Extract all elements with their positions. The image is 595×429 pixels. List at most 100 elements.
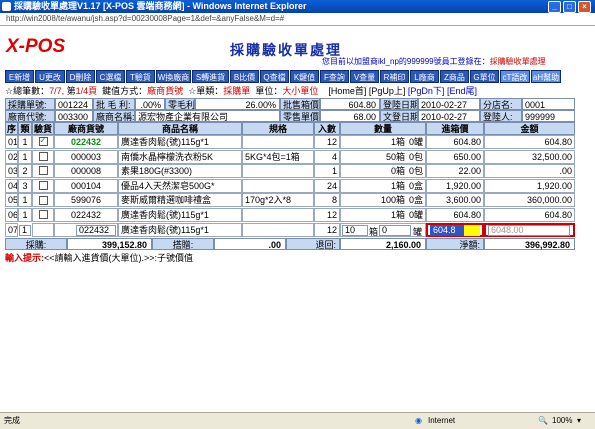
toolbar-button-13[interactable]: R補印 [380,70,409,83]
verify-checkbox[interactable] [38,210,48,220]
close-button[interactable]: × [578,1,591,13]
edit-check-cell [32,223,54,237]
row-pack: 4 [314,149,340,164]
po-value[interactable]: 001224 [55,98,93,110]
row-pack: 24 [314,178,340,193]
discount-label: 搭贈: [152,238,214,250]
toolbar-button-12[interactable]: V查量 [350,70,379,83]
unit-label: 單位： [255,86,283,96]
toolbar-button-1[interactable]: E新增 [5,70,34,83]
nav-home[interactable]: [Home首] [328,86,366,96]
type-value: 採購單 [223,86,251,96]
toolbar-button-11[interactable]: F查詢 [320,70,349,83]
key-label: 鍵值方式： [102,86,148,96]
toolbar-button-9[interactable]: Q查檔 [260,70,289,83]
row-pack: 1 [314,164,340,179]
row-code: 000104 [54,178,118,193]
toolbar-button-7[interactable]: S轉進貨 [192,70,229,83]
row-check-cell [32,164,54,179]
row-class: 1 [18,208,32,222]
edit-class-input[interactable]: 1 [19,225,31,236]
nav-pgdn[interactable]: [PgDn下] [408,86,445,96]
edit-unit2: 罐 [413,227,423,237]
return-value: 2,160.00 [340,238,426,250]
verify-checkbox[interactable] [38,166,48,176]
unit-value: 大小單位 [282,86,319,96]
toolbar-button-3[interactable]: D刪除 [66,70,95,83]
retail-price-label: 零售單價 [280,110,320,122]
verify-checkbox[interactable] [38,180,48,190]
zoom-level[interactable]: 100% [552,413,572,428]
doc-date-label: 文登日期: [380,110,418,122]
vendor-name-value[interactable]: 源宏物產企業有限公司 [135,110,280,122]
edit-qty-input[interactable]: 10 [342,225,368,236]
toolbar-button-17[interactable]: cT語改 [500,70,530,83]
toolbar-button-14[interactable]: L廠商 [410,70,439,83]
zoom-icon[interactable]: 🔍 [538,413,548,428]
row-code: 000003 [54,149,118,164]
return-label: 退回: [286,238,340,250]
store-value[interactable]: 0001 [522,98,575,110]
login-date-label: 登陸日期: [380,98,418,110]
edit-price-highlight [464,225,480,236]
minimize-button[interactable]: _ [548,1,561,13]
row-class: 2 [18,164,32,179]
row-code: 022432 [54,208,118,222]
status-bar: 完成 ◉ Internet 🔍 100% ▾ [0,412,595,429]
row-check-cell [32,208,54,222]
toolbar-button-18[interactable]: aH幫助 [531,70,561,83]
maximize-button[interactable]: □ [563,1,576,13]
ie-icon [2,2,11,11]
edit-amount-input[interactable]: 6048.00 [488,225,570,236]
zoom-chevron-icon[interactable]: ▾ [577,413,581,428]
net-value: 396,992.80 [484,238,575,250]
total-label: ☆總筆數： [5,86,50,96]
row-seq: 02 [5,149,18,164]
doc-date-value[interactable]: 2010-02-27 [418,110,480,122]
login-date-value[interactable]: 2010-02-27 [418,98,480,110]
retail-price-value[interactable]: 68.00 [320,110,380,122]
edit-price-input[interactable]: 604.8 [430,225,464,236]
title-bar: 採購驗收單處理V1.17 [X-POS 雲端商務網] - Windows Int… [0,0,595,13]
row-qty: 1箱 [390,180,405,191]
hint-text: <<請輸入進貨價(大單位).>>:子號價值 [44,253,194,263]
verify-checkbox[interactable] [38,195,48,205]
row-qty2: 0罐 [408,137,423,147]
address-bar[interactable]: http://win2008/te/awanu/jsh.asp?d=002300… [0,13,595,26]
retail-margin-value[interactable]: 26.00% [195,98,280,110]
toolbar-button-4[interactable]: C選檔 [96,70,125,83]
toolbar-button-6[interactable]: W換廠商 [156,70,191,83]
edit-unit1: 箱 [369,227,379,237]
row-pack: 12 [314,208,340,222]
toolbar-button-10[interactable]: K鍵值 [290,70,319,83]
edit-qty2-input[interactable]: 0 [379,225,411,236]
toolbar-button-2[interactable]: U更改 [35,70,65,83]
nav-pgup[interactable]: [PgUp上] [369,86,406,96]
row-check-cell [32,193,54,208]
net-label: 淨額: [426,238,484,250]
user-value[interactable]: 999999 [522,110,575,122]
vendor-value[interactable]: 003300 [55,110,93,122]
row-qty: 1箱 [390,210,405,220]
row-spec [242,135,314,149]
login-prefix: 您目前以加盟商ikl_np的999999號員工登錄在： [322,57,490,66]
toolbar-button-15[interactable]: Z商品 [440,70,469,83]
row-name: 南僑水晶檸檬洗衣粉5K [118,149,242,164]
app-logo: X-POS [6,36,66,57]
row-code: 599076 [54,193,118,208]
discount-value: .00 [214,238,286,250]
batch-price-value[interactable]: 604.80 [320,98,380,110]
toolbar-button-5[interactable]: T驗貨 [126,70,155,83]
toolbar-button-8[interactable]: B比價 [230,70,259,83]
toolbar-button-16[interactable]: G單位 [470,70,499,83]
margin-value[interactable]: .00% [135,98,165,110]
edit-code-input[interactable]: 022432 [76,225,116,236]
page-value: 1/4頁 [75,86,98,96]
verify-checkbox[interactable] [38,136,48,147]
verify-checkbox[interactable] [38,151,48,161]
row-seq: 03 [5,164,18,179]
row-name: 麥斯威爾精選咖啡禮盒 [118,193,242,208]
row-qty2: 0包 [408,166,423,177]
login-module: 採購驗收單處理 [489,57,546,66]
nav-end[interactable]: [End尾] [447,86,477,96]
